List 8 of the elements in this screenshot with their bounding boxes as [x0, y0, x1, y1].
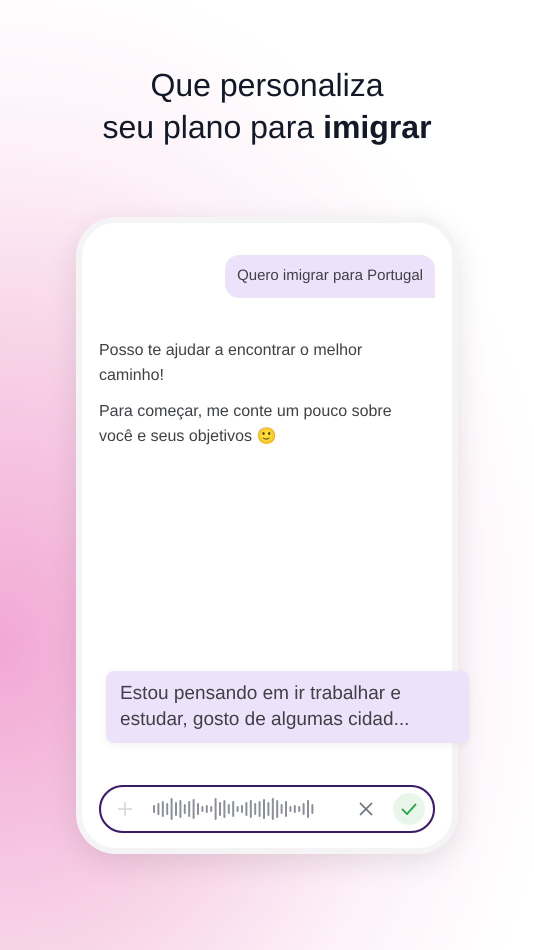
assistant-message: Para começar, me conte um pouco sobre você e seus objetivos 🙂 — [99, 402, 393, 446]
transcript-bubble: Estou pensando em ir trabalhar e estudar, gosto de algumas cidad... — [106, 671, 469, 743]
confirm-button[interactable] — [393, 793, 425, 825]
check-icon — [401, 803, 417, 815]
close-icon[interactable] — [359, 802, 373, 816]
user-message: Quero imigrar para Portugal — [225, 255, 435, 298]
headline: Que personaliza seu plano para imigrar — [102, 66, 432, 147]
assistant-message: Posso te ajudar a encontrar o melhor caminho! — [99, 340, 364, 386]
